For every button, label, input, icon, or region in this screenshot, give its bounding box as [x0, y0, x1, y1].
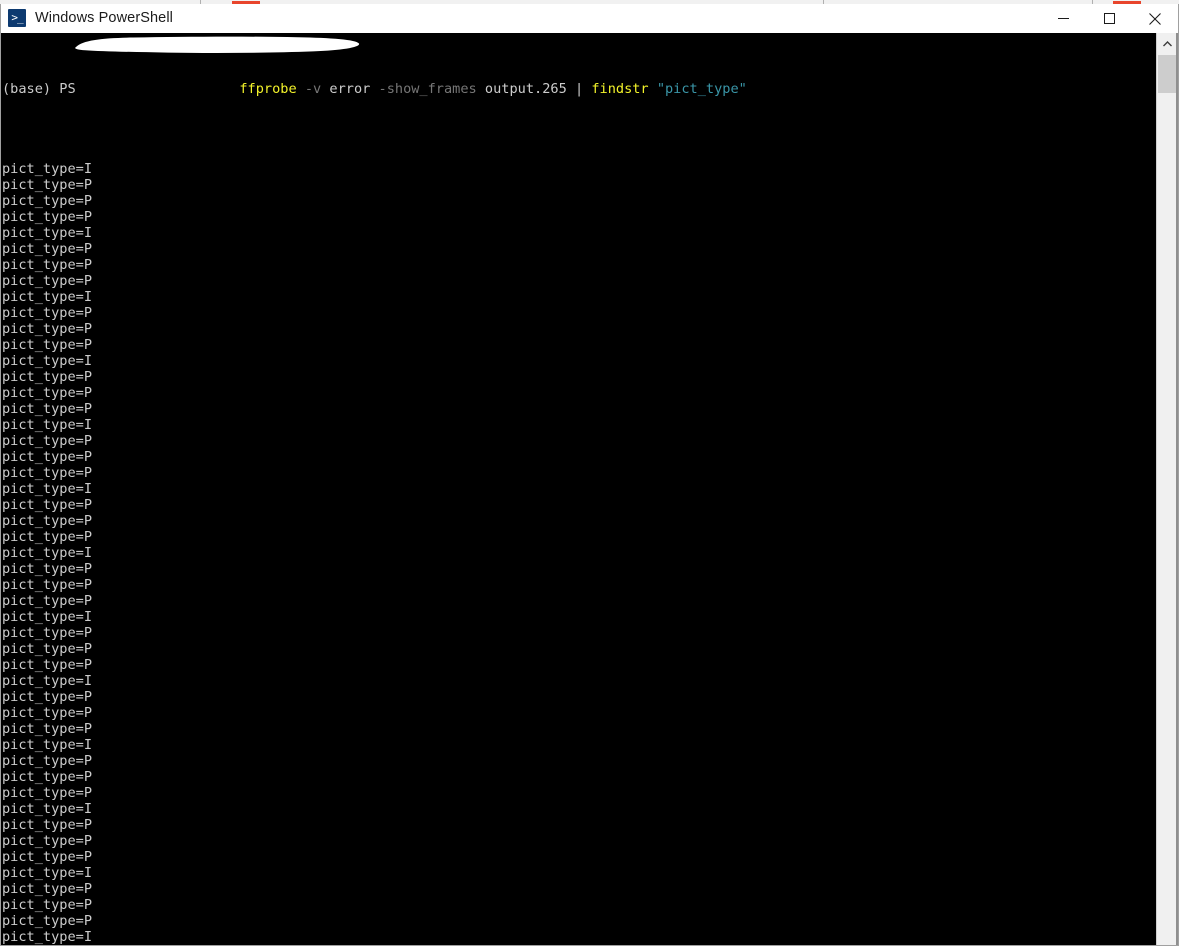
output-line: pict_type=P [2, 465, 93, 481]
minimize-button[interactable] [1040, 4, 1086, 33]
output-line: pict_type=P [2, 273, 93, 289]
command-program: ffprobe [239, 81, 297, 97]
output-line: pict_type=P [2, 497, 93, 513]
output-line: pict_type=I [2, 801, 93, 817]
output-line: pict_type=P [2, 305, 93, 321]
close-button[interactable] [1132, 4, 1178, 33]
output-line: pict_type=I [2, 609, 93, 625]
output-line: pict_type=I [2, 929, 93, 945]
scrollbar-thumb[interactable] [1158, 55, 1177, 93]
output-line: pict_type=I [2, 353, 93, 369]
output-line: pict_type=P [2, 401, 93, 417]
console-output-area[interactable]: (base) PS ffprobe -v error -show_frames … [1, 33, 1178, 945]
output-line: pict_type=P [2, 769, 93, 785]
prompt-shell: PS [59, 81, 76, 97]
output-line: pict_type=P [2, 337, 93, 353]
output-line: pict_type=P [2, 881, 93, 897]
output-line: pict_type=P [2, 193, 93, 209]
window-title: Windows PowerShell [35, 10, 173, 26]
command-flag-v: -v [304, 81, 322, 97]
output-line: pict_type=P [2, 433, 93, 449]
output-line: pict_type=P [2, 657, 93, 673]
output-line: pict_type=P [2, 817, 93, 833]
output-line: pict_type=P [2, 369, 93, 385]
powershell-window: >_ Windows PowerShell (base) PS ffprobe … [0, 4, 1179, 946]
command-flag-show-frames: -show_frames [378, 81, 477, 97]
command-filter-pattern: "pict_type" [656, 81, 747, 97]
command-pipe: | [574, 81, 584, 97]
scrollbar-track-edge [1176, 33, 1178, 945]
output-line: pict_type=P [2, 897, 93, 913]
command-loglevel: error [329, 81, 371, 97]
output-line: pict_type=P [2, 785, 93, 801]
command-input-file: output.265 [484, 81, 567, 97]
output-line: pict_type=I [2, 545, 93, 561]
output-line: pict_type=P [2, 593, 93, 609]
window-controls [1040, 4, 1178, 33]
output-line: pict_type=I [2, 225, 93, 241]
window-titlebar[interactable]: >_ Windows PowerShell [1, 4, 1178, 33]
output-line: pict_type=I [2, 737, 93, 753]
output-line: pict_type=P [2, 209, 93, 225]
output-line: pict_type=P [2, 177, 93, 193]
output-line: pict_type=P [2, 241, 93, 257]
command-line: (base) PS ffprobe -v error -show_frames … [1, 81, 1156, 97]
maximize-button[interactable] [1086, 4, 1132, 33]
output-line: pict_type=I [2, 865, 93, 881]
output-line: pict_type=P [2, 849, 93, 865]
output-line: pict_type=I [2, 289, 93, 305]
output-line: pict_type=P [2, 321, 93, 337]
console-scrollbar[interactable] [1156, 33, 1178, 945]
output-line: pict_type=P [2, 721, 93, 737]
console-text: (base) PS ffprobe -v error -show_frames … [1, 33, 1156, 945]
command-output-lines: pict_type=I pict_type=P pict_type=P pict_ty… [1, 161, 1156, 945]
output-line: pict_type=P [2, 641, 93, 657]
output-line: pict_type=P [2, 753, 93, 769]
output-line: pict_type=I [2, 417, 93, 433]
output-line: pict_type=P [2, 833, 93, 849]
output-line: pict_type=I [2, 673, 93, 689]
command-filter-program: findstr [591, 81, 649, 97]
output-line: pict_type=P [2, 561, 93, 577]
output-line: pict_type=P [2, 449, 93, 465]
powershell-icon-glyph: >_ [11, 11, 23, 24]
output-line: pict_type=P [2, 577, 93, 593]
output-line: pict_type=P [2, 257, 93, 273]
scroll-up-arrow-icon[interactable] [1157, 33, 1178, 54]
output-line: pict_type=P [2, 625, 93, 641]
prompt-env: (base) [2, 81, 52, 97]
output-line: pict_type=P [2, 529, 93, 545]
output-line: pict_type=P [2, 913, 93, 929]
output-line: pict_type=I [2, 481, 93, 497]
output-line: pict_type=P [2, 513, 93, 529]
output-line: pict_type=P [2, 385, 93, 401]
powershell-icon: >_ [8, 9, 26, 27]
output-line: pict_type=P [2, 689, 93, 705]
output-line: pict_type=I [2, 161, 93, 177]
output-line: pict_type=P [2, 705, 93, 721]
